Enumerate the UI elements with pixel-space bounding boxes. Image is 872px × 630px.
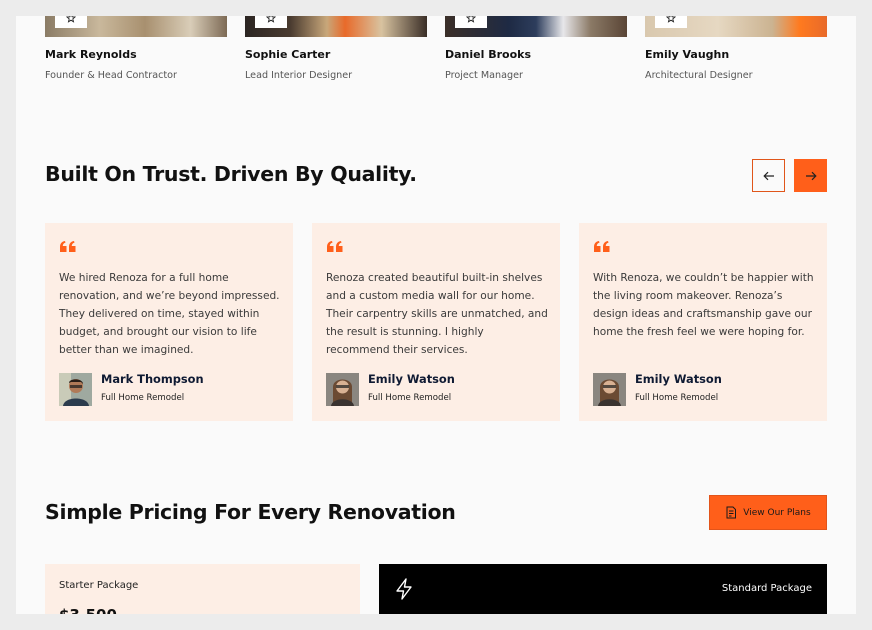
team-member-name: Emily Vaughn — [645, 48, 730, 61]
quote-icon — [327, 241, 343, 252]
team-card[interactable]: Daniel Brooks Project Manager — [445, 16, 627, 100]
team-card[interactable]: Sophie Carter Lead Interior Designer — [245, 16, 427, 100]
testimonial-card: We hired Renoza for a full home renovati… — [45, 223, 293, 421]
avatar — [326, 373, 359, 406]
view-plans-button[interactable]: View Our Plans — [709, 495, 827, 530]
testimonial-author: Emily Watson — [635, 372, 722, 386]
team-member-role: Founder & Head Contractor — [45, 70, 177, 81]
standard-package-card[interactable]: Standard Package — [379, 564, 827, 614]
team-member-name: Daniel Brooks — [445, 48, 532, 61]
testimonial-author: Emily Watson — [368, 372, 455, 386]
starter-package-price: $3,500 — [59, 606, 117, 614]
star-icon[interactable] — [55, 16, 87, 28]
star-icon[interactable] — [255, 16, 287, 28]
lightning-icon — [396, 578, 412, 600]
testimonial-card: Renoza created beautiful built-in shelve… — [312, 223, 560, 421]
standard-package-label: Standard Package — [721, 583, 812, 594]
team-member-name: Sophie Carter — [245, 48, 331, 61]
document-icon — [726, 506, 737, 519]
star-icon[interactable] — [655, 16, 687, 28]
team-member-name: Mark Reynolds — [45, 48, 137, 61]
arrow-right-icon — [805, 171, 817, 180]
testimonial-project: Full Home Remodel — [368, 393, 452, 403]
arrow-left-icon — [762, 171, 774, 180]
carousel-prev-button[interactable] — [752, 159, 785, 192]
team-member-role: Project Manager — [445, 70, 523, 81]
pricing-title: Simple Pricing For Every Renovation — [45, 500, 456, 524]
avatar — [59, 373, 92, 406]
testimonial-project: Full Home Remodel — [101, 393, 185, 403]
avatar — [593, 373, 626, 406]
starter-package-label: Starter Package — [59, 580, 139, 591]
team-member-role: Lead Interior Designer — [245, 70, 353, 81]
team-card[interactable]: Emily Vaughn Architectural Designer — [645, 16, 827, 100]
testimonial-quote: We hired Renoza for a full home renovati… — [59, 272, 280, 356]
team-member-role: Architectural Designer — [645, 70, 753, 81]
star-icon[interactable] — [455, 16, 487, 28]
team-card[interactable]: Mark Reynolds Founder & Head Contractor — [45, 16, 227, 100]
carousel-next-button[interactable] — [794, 159, 827, 192]
starter-package-card[interactable]: Starter Package $3,500 — [45, 564, 360, 614]
quote-icon — [60, 241, 76, 252]
testimonial-author: Mark Thompson — [101, 372, 204, 386]
testimonial-quote: With Renoza, we couldn’t be happier with… — [593, 272, 814, 338]
testimonial-card: With Renoza, we couldn’t be happier with… — [579, 223, 827, 421]
testimonials-title: Built On Trust. Driven By Quality. — [45, 162, 417, 186]
testimonial-project: Full Home Remodel — [635, 393, 719, 403]
quote-icon — [594, 241, 610, 252]
page: Mark Reynolds Founder & Head Contractor … — [16, 16, 856, 614]
view-plans-label: View Our Plans — [743, 507, 811, 518]
testimonial-quote: Renoza created beautiful built-in shelve… — [326, 272, 548, 356]
